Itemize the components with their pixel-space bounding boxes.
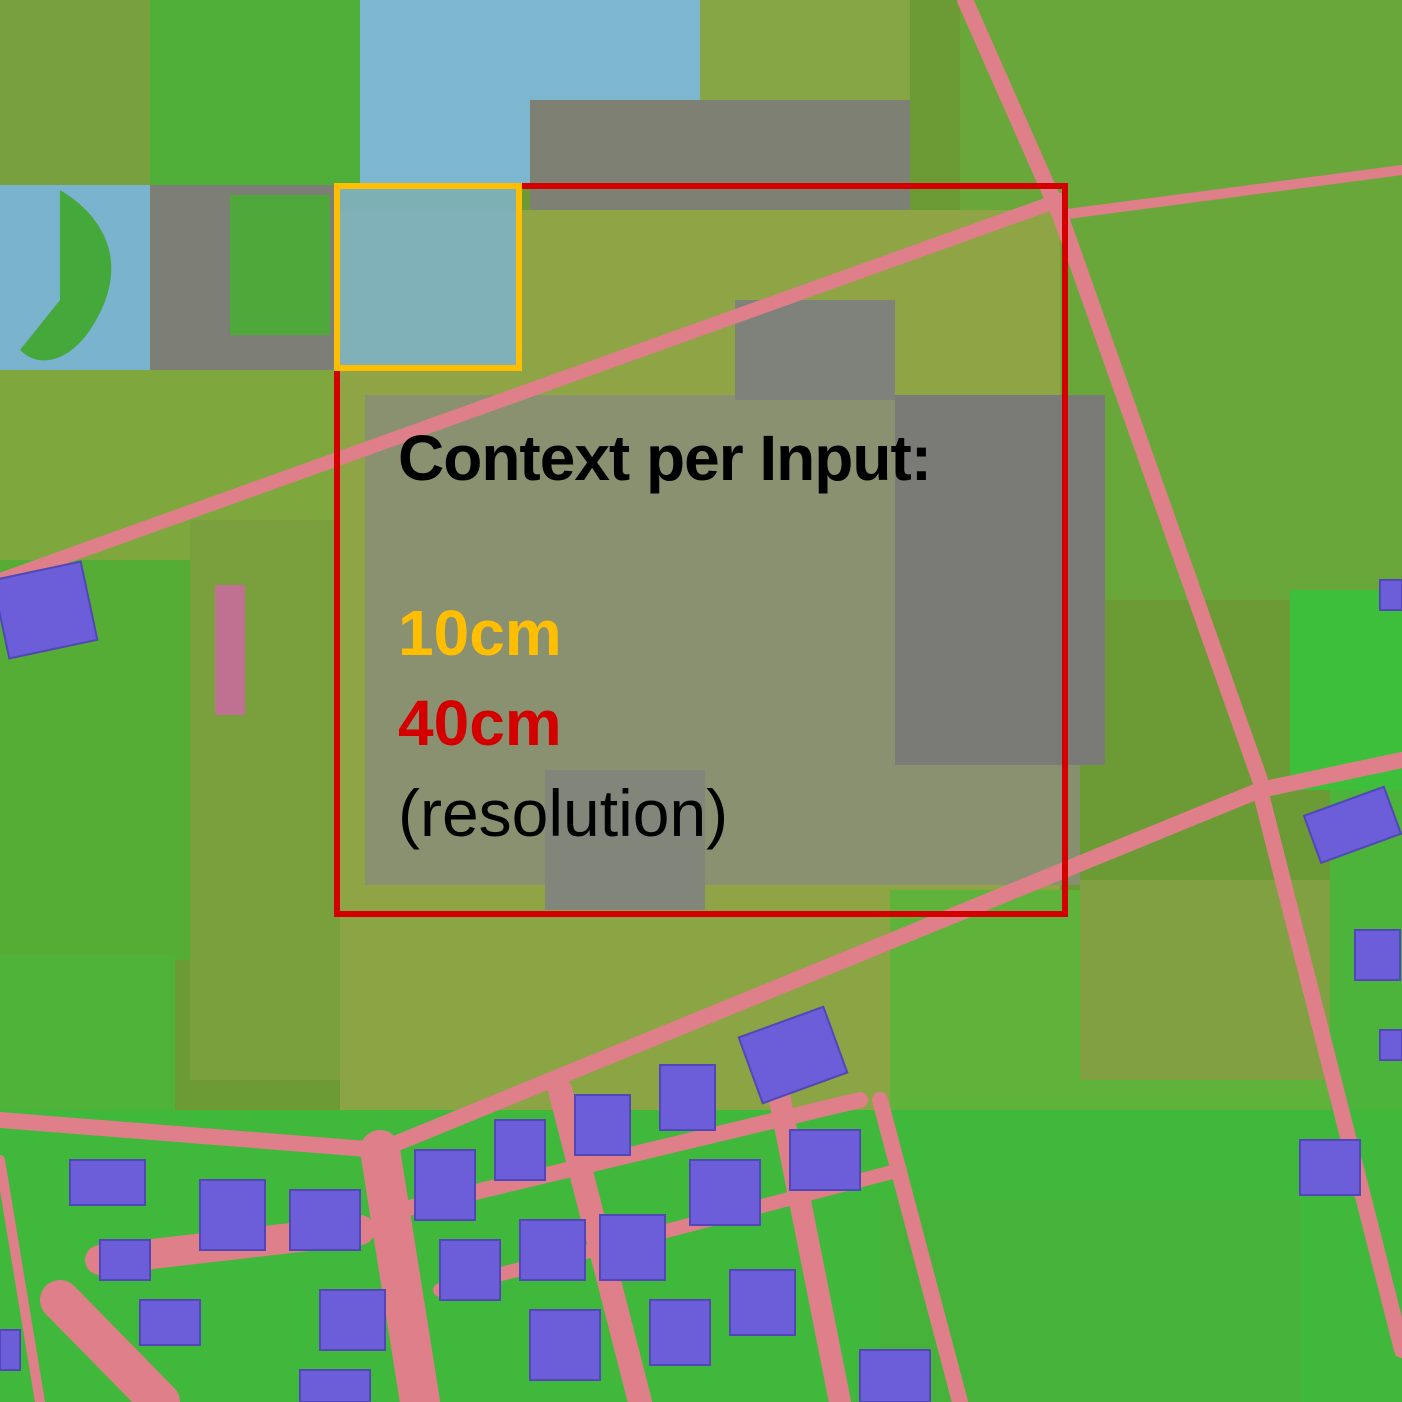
building (289, 1189, 361, 1251)
vegetation-patch (880, 1200, 1300, 1402)
building (299, 1369, 371, 1402)
resolution-note: (resolution) (398, 776, 729, 850)
building (599, 1214, 666, 1281)
building (1379, 579, 1402, 611)
field-patch (0, 0, 150, 185)
building (139, 1299, 201, 1346)
context-annotation: Context per Input: 10cm 40cm (resolution… (398, 418, 1018, 858)
building (649, 1299, 711, 1366)
vegetation-patch (0, 955, 175, 1115)
field-patch (190, 520, 340, 1080)
building (414, 1149, 476, 1221)
building (199, 1179, 266, 1251)
building (859, 1349, 931, 1402)
building (69, 1159, 146, 1206)
building (0, 1329, 21, 1371)
building (319, 1289, 386, 1351)
building (529, 1309, 601, 1381)
building (789, 1129, 861, 1191)
vegetation-patch (230, 195, 330, 335)
annotation-spacer (398, 498, 1018, 588)
small-context-label: 10cm (398, 597, 562, 669)
annotation-heading: Context per Input: (398, 422, 932, 494)
building (689, 1159, 761, 1226)
building (519, 1219, 586, 1281)
vegetation-patch (150, 0, 360, 185)
bare-soil-patch (530, 100, 910, 210)
building (1379, 1029, 1402, 1061)
building (659, 1064, 716, 1131)
building (99, 1239, 151, 1281)
large-context-label: 40cm (398, 687, 562, 759)
building (439, 1239, 501, 1301)
building (494, 1119, 546, 1181)
building (729, 1269, 796, 1336)
building (574, 1094, 631, 1156)
map-canvas: Context per Input: 10cm 40cm (resolution… (0, 0, 1402, 1402)
road-patch (215, 585, 245, 715)
water-patch (337, 186, 519, 368)
building (1299, 1139, 1361, 1196)
building (1354, 929, 1401, 981)
